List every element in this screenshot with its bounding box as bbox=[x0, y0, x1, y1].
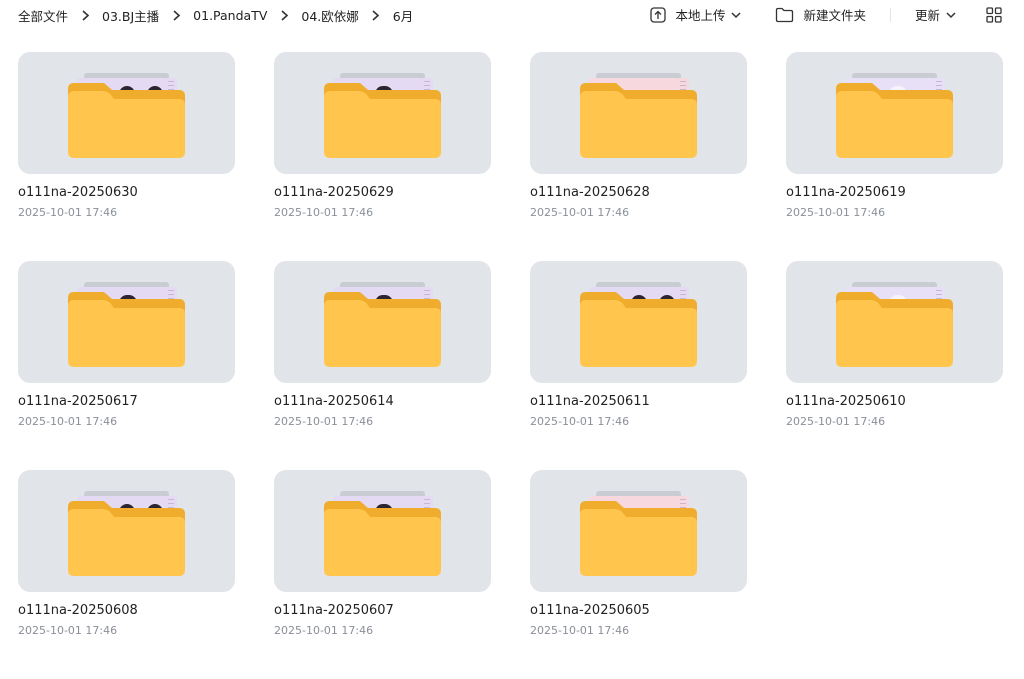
folder-thumbnail[interactable] bbox=[274, 52, 491, 174]
folder-icon bbox=[580, 72, 697, 158]
folder-name[interactable]: o111na-20250628 bbox=[530, 185, 747, 200]
grid-view-icon bbox=[986, 6, 1002, 23]
toolbar-divider bbox=[889, 7, 891, 22]
folder-icon bbox=[580, 281, 697, 367]
folder-date: 2025-10-01 17:46 bbox=[18, 206, 118, 219]
folder-card[interactable]: o111na-20250607 2025-10-01 17:46 bbox=[274, 470, 491, 679]
folder-icon bbox=[324, 72, 441, 158]
folder-date: 2025-10-01 17:46 bbox=[530, 624, 630, 637]
new-folder-label: 新建文件夹 bbox=[803, 8, 866, 23]
folder-thumbnail[interactable] bbox=[18, 52, 235, 174]
breadcrumb-item-bj[interactable]: 03.BJ主播 bbox=[102, 6, 159, 25]
folder-name[interactable]: o111na-20250605 bbox=[530, 603, 747, 618]
folder-outline-icon bbox=[775, 7, 794, 23]
folder-icon bbox=[68, 490, 185, 576]
folder-date: 2025-10-01 17:46 bbox=[274, 415, 374, 428]
folder-date: 2025-10-01 17:46 bbox=[530, 415, 630, 428]
folder-name[interactable]: o111na-20250617 bbox=[18, 394, 235, 409]
folder-card[interactable]: o111na-20250610 2025-10-01 17:46 bbox=[786, 261, 1003, 470]
upload-label: 本地上传 bbox=[675, 8, 726, 23]
folder-card[interactable]: o111na-20250619 2025-10-01 17:46 bbox=[786, 52, 1003, 261]
chevron-right-icon bbox=[359, 10, 393, 21]
chevron-down-icon bbox=[946, 11, 956, 19]
chevron-right-icon bbox=[267, 10, 301, 21]
folder-thumbnail[interactable] bbox=[786, 261, 1003, 383]
folder-date: 2025-10-01 17:46 bbox=[274, 206, 374, 219]
folder-thumbnail[interactable] bbox=[530, 52, 747, 174]
folder-card[interactable]: o111na-20250617 2025-10-01 17:46 bbox=[18, 261, 235, 470]
folder-icon bbox=[836, 281, 953, 367]
sort-button[interactable]: 更新 bbox=[915, 5, 956, 24]
folder-card[interactable]: o111na-20250608 2025-10-01 17:46 bbox=[18, 470, 235, 679]
folder-name[interactable]: o111na-20250611 bbox=[530, 394, 747, 409]
upload-button[interactable]: 本地上传 bbox=[650, 5, 741, 24]
folder-name[interactable]: o111na-20250619 bbox=[786, 185, 1003, 200]
folder-date: 2025-10-01 17:46 bbox=[786, 206, 886, 219]
new-folder-button[interactable]: 新建文件夹 bbox=[775, 5, 866, 24]
folder-card[interactable]: o111na-20250614 2025-10-01 17:46 bbox=[274, 261, 491, 470]
folder-card[interactable]: o111na-20250628 2025-10-01 17:46 bbox=[530, 52, 747, 261]
folder-thumbnail[interactable] bbox=[274, 470, 491, 592]
folder-date: 2025-10-01 17:46 bbox=[530, 206, 630, 219]
folder-name[interactable]: o111na-20250607 bbox=[274, 603, 491, 618]
folder-card[interactable]: o111na-20250630 2025-10-01 17:46 bbox=[18, 52, 235, 261]
folder-thumbnail[interactable] bbox=[274, 261, 491, 383]
breadcrumb-item-streamer[interactable]: 04.欧依娜 bbox=[301, 6, 358, 25]
breadcrumb: 全部文件 03.BJ主播 01.PandaTV 04.欧依娜 6月 bbox=[18, 6, 413, 25]
folder-thumbnail[interactable] bbox=[786, 52, 1003, 174]
folder-thumbnail[interactable] bbox=[18, 470, 235, 592]
folder-date: 2025-10-01 17:46 bbox=[18, 415, 118, 428]
folder-name[interactable]: o111na-20250610 bbox=[786, 394, 1003, 409]
folder-thumbnail[interactable] bbox=[530, 470, 747, 592]
folder-icon bbox=[324, 281, 441, 367]
folder-date: 2025-10-01 17:46 bbox=[18, 624, 118, 637]
top-bar: 全部文件 03.BJ主播 01.PandaTV 04.欧依娜 6月 本地上传 新… bbox=[0, 0, 1024, 32]
folder-name[interactable]: o111na-20250614 bbox=[274, 394, 491, 409]
chevron-right-icon bbox=[68, 10, 102, 21]
folder-grid: o111na-20250630 2025-10-01 17:46 o111na-20… bbox=[18, 52, 1008, 679]
folder-date: 2025-10-01 17:46 bbox=[274, 624, 374, 637]
folder-icon bbox=[836, 72, 953, 158]
upload-icon bbox=[650, 6, 667, 23]
grid-view-button[interactable] bbox=[986, 6, 1002, 23]
folder-name[interactable]: o111na-20250630 bbox=[18, 185, 235, 200]
folder-name[interactable]: o111na-20250608 bbox=[18, 603, 235, 618]
folder-icon bbox=[68, 281, 185, 367]
folder-icon bbox=[580, 490, 697, 576]
folder-card[interactable]: o111na-20250605 2025-10-01 17:46 bbox=[530, 470, 747, 679]
breadcrumb-item-pandatv[interactable]: 01.PandaTV bbox=[193, 8, 267, 23]
folder-card[interactable]: o111na-20250611 2025-10-01 17:46 bbox=[530, 261, 747, 470]
folder-date: 2025-10-01 17:46 bbox=[786, 415, 886, 428]
breadcrumb-item-all-files[interactable]: 全部文件 bbox=[18, 6, 68, 25]
folder-thumbnail[interactable] bbox=[18, 261, 235, 383]
chevron-right-icon bbox=[159, 10, 193, 21]
toolbar: 本地上传 新建文件夹 更新 bbox=[650, 5, 1002, 24]
folder-card[interactable]: o111na-20250629 2025-10-01 17:46 bbox=[274, 52, 491, 261]
folder-icon bbox=[324, 490, 441, 576]
folder-name[interactable]: o111na-20250629 bbox=[274, 185, 491, 200]
chevron-down-icon bbox=[731, 11, 741, 19]
breadcrumb-item-current: 6月 bbox=[392, 9, 414, 24]
folder-icon bbox=[68, 72, 185, 158]
sort-label: 更新 bbox=[914, 8, 940, 23]
folder-thumbnail[interactable] bbox=[530, 261, 747, 383]
